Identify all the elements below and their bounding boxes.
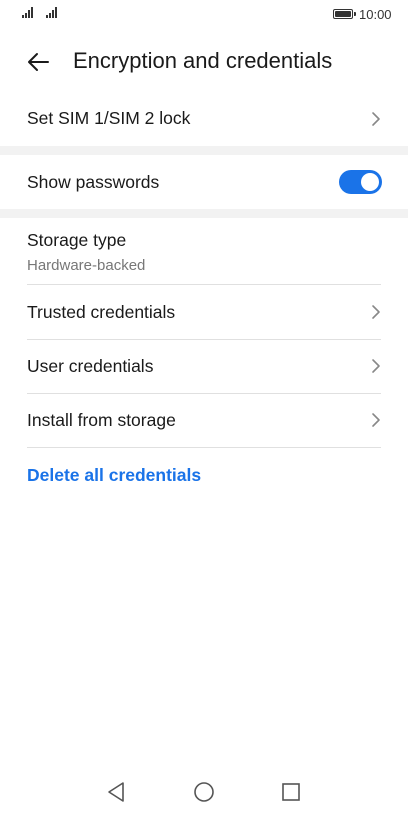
status-bar: 10:00 (0, 0, 408, 28)
trusted-credentials-label: Trusted credentials (27, 302, 176, 322)
signal-icon (22, 7, 33, 18)
divider (27, 447, 381, 448)
signal-icon (46, 7, 57, 18)
divider (27, 393, 381, 394)
storage-type-item: Storage type Hardware-backed (0, 227, 408, 277)
battery-icon (333, 9, 356, 19)
page-title: Encryption and credentials (73, 48, 333, 73)
delete-all-credentials-link[interactable]: Delete all credentials (27, 465, 201, 486)
arrow-left-icon[interactable] (25, 48, 53, 76)
divider (27, 284, 381, 285)
trusted-credentials-item[interactable]: Trusted credentials (0, 293, 408, 331)
back-triangle-icon[interactable] (102, 778, 130, 806)
show-passwords-label: Show passwords (27, 172, 160, 192)
user-credentials-item[interactable]: User credentials (0, 347, 408, 385)
sim-lock-item[interactable]: Set SIM 1/SIM 2 lock (0, 100, 408, 138)
section-separator (0, 146, 408, 155)
user-credentials-label: User credentials (27, 356, 154, 376)
show-passwords-toggle[interactable] (339, 170, 382, 194)
recents-square-icon[interactable] (277, 778, 305, 806)
chevron-right-icon (372, 359, 380, 373)
storage-type-value: Hardware-backed (27, 257, 146, 274)
chevron-right-icon (372, 413, 380, 427)
status-time: 10:00 (359, 7, 392, 22)
install-from-storage-label: Install from storage (27, 410, 176, 430)
toggle-knob (361, 173, 379, 191)
divider (27, 339, 381, 340)
install-from-storage-item[interactable]: Install from storage (0, 401, 408, 439)
home-circle-icon[interactable] (190, 778, 218, 806)
storage-type-label: Storage type (27, 230, 127, 250)
chevron-right-icon (372, 305, 380, 319)
section-separator (0, 209, 408, 218)
navigation-bar (0, 770, 408, 814)
chevron-right-icon (372, 112, 380, 126)
app-header: Encryption and credentials (0, 42, 408, 82)
sim-lock-label: Set SIM 1/SIM 2 lock (27, 108, 191, 128)
